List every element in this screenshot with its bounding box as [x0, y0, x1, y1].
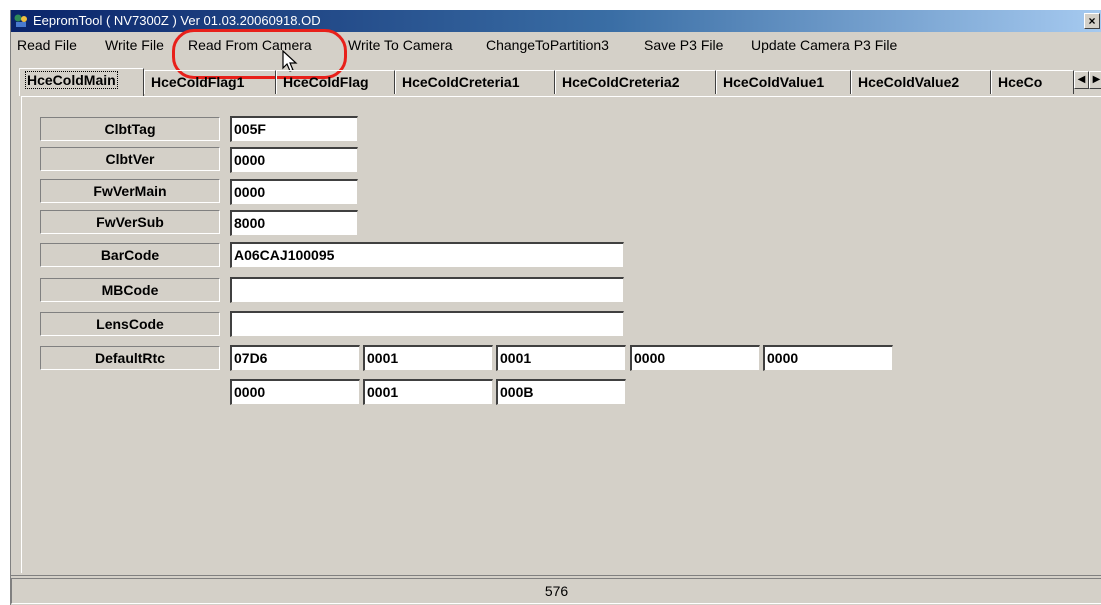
clbttag-field[interactable]: 005F [230, 116, 358, 142]
menu-bar: Read File Write File Read From Camera Wr… [11, 34, 1101, 56]
label-defaultrtc: DefaultRtc [40, 346, 220, 370]
tab-hcecoldmain[interactable]: HceColdMain [19, 68, 144, 96]
status-bar: 576 [11, 575, 1101, 605]
tab-label: HceColdCreteria1 [402, 74, 520, 90]
menu-update-camera-p3-file[interactable]: Update Camera P3 File [751, 34, 897, 56]
tab-label: HceColdFlag [283, 74, 369, 90]
tab-label: HceCo [998, 74, 1043, 90]
menu-read-file[interactable]: Read File [17, 34, 77, 56]
tab-label: HceColdMain [25, 71, 118, 89]
label-clbttag: ClbtTag [40, 117, 220, 141]
tab-hcecoldcreteria1[interactable]: HceColdCreteria1 [395, 70, 555, 94]
tab-hcecoldflag[interactable]: HceColdFlag [276, 70, 395, 94]
defaultrtc-field-6[interactable]: 0000 [230, 379, 360, 405]
tab-hcecoldflag1[interactable]: HceColdFlag1 [144, 70, 276, 94]
defaultrtc-field-4[interactable]: 0000 [630, 345, 760, 371]
fwversub-field[interactable]: 8000 [230, 210, 358, 236]
barcode-field[interactable]: A06CAJ100095 [230, 242, 624, 268]
label-fwversub: FwVerSub [40, 210, 220, 234]
label-lenscode: LensCode [40, 312, 220, 336]
app-icon [14, 14, 27, 27]
defaultrtc-field-3[interactable]: 0001 [496, 345, 626, 371]
close-button[interactable]: × [1084, 13, 1100, 29]
window-title: EepromTool ( NV7300Z ) Ver 01.03.2006091… [33, 13, 321, 28]
defaultrtc-field-8[interactable]: 000B [496, 379, 626, 405]
clbtver-field[interactable]: 0000 [230, 147, 358, 173]
tab-hcecoldvalue1[interactable]: HceColdValue1 [716, 70, 851, 94]
menu-write-file[interactable]: Write File [105, 34, 164, 56]
title-bar: EepromTool ( NV7300Z ) Ver 01.03.2006091… [11, 10, 1101, 32]
menu-write-to-camera[interactable]: Write To Camera [348, 34, 453, 56]
mbcode-field[interactable] [230, 277, 624, 303]
tab-scroll-right-icon[interactable]: ▶ [1089, 71, 1101, 89]
defaultrtc-field-7[interactable]: 0001 [363, 379, 493, 405]
tab-hcecoldvalue2[interactable]: HceColdValue2 [851, 70, 991, 94]
defaultrtc-field-2[interactable]: 0001 [363, 345, 493, 371]
tab-label: HceColdCreteria2 [562, 74, 680, 90]
label-fwvermain: FwVerMain [40, 179, 220, 203]
tab-label: HceColdValue2 [858, 74, 960, 90]
tab-hceco[interactable]: HceCo [991, 70, 1074, 94]
tab-scroll-buttons: ◀ ▶ [1074, 71, 1101, 89]
tab-label: HceColdFlag1 [151, 74, 245, 90]
tab-scroll-left-icon[interactable]: ◀ [1074, 71, 1089, 89]
tab-label: HceColdValue1 [723, 74, 825, 90]
label-clbtver: ClbtVer [40, 147, 220, 171]
label-barcode: BarCode [40, 243, 220, 267]
tab-panel-hcecoldmain: ClbtTag ClbtVer FwVerMain FwVerSub BarCo… [21, 96, 1101, 573]
lenscode-field[interactable] [230, 311, 624, 337]
menu-save-p3-file[interactable]: Save P3 File [644, 34, 723, 56]
app-window: EepromTool ( NV7300Z ) Ver 01.03.2006091… [10, 10, 1101, 605]
defaultrtc-field-1[interactable]: 07D6 [230, 345, 360, 371]
label-mbcode: MBCode [40, 278, 220, 302]
menu-change-to-partition3[interactable]: ChangeToPartition3 [486, 34, 609, 56]
tab-strip: HceColdMain HceColdFlag1 HceColdFlag Hce… [19, 68, 1101, 96]
defaultrtc-field-5[interactable]: 0000 [763, 345, 893, 371]
fwvermain-field[interactable]: 0000 [230, 179, 358, 205]
tab-hcecoldcreteria2[interactable]: HceColdCreteria2 [555, 70, 716, 94]
status-value: 576 [11, 578, 1101, 604]
